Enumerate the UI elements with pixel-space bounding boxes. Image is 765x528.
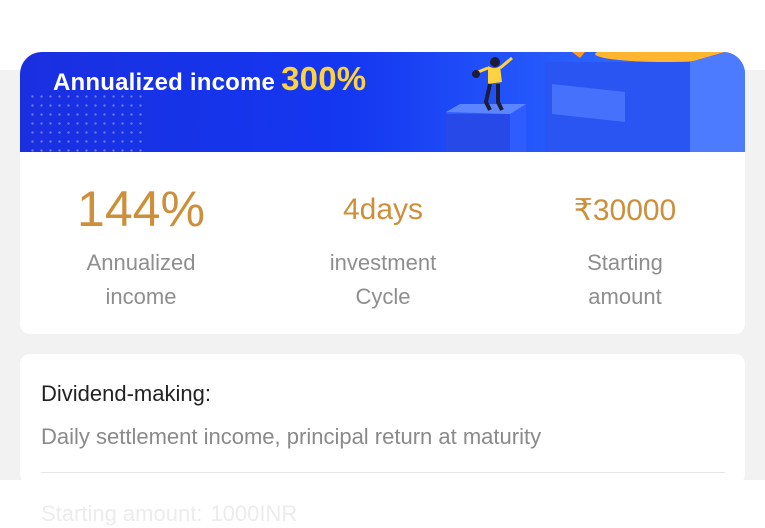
stat-label-line2: Cycle [355,284,411,309]
promo-banner: Annualized income 300% [20,52,745,154]
stats-card: 144% Annualized income 4days investment … [20,152,745,334]
stat-label-line1: investment [329,250,437,275]
starting-amount-label: Starting amount: [41,501,203,526]
stat-label: Annualized income [20,246,262,314]
banner-title-prefix: Annualized income [53,69,276,96]
starting-amount-row: Starting amount: 1000INR [41,501,297,527]
dividend-title: Dividend-making: [41,381,211,406]
stat-label-line1: Annualized [86,250,196,275]
dividend-info-card: Dividend-making: Daily settlement income… [20,354,745,484]
stat-value: 144% [77,181,205,237]
stat-label: Starting amount [504,246,746,314]
banner-title-highlight: 300% [281,60,367,97]
divider [41,472,725,473]
stat-value: ₹30000 [573,194,677,227]
banner-title: Annualized income 300% [53,60,366,98]
dividend-description: Daily settlement income, principal retur… [41,424,542,449]
stat-value: 4days [342,193,424,226]
stat-label-line2: amount [588,284,662,309]
app-screen: Annualized income 300% 144% Annualized i… [0,0,765,528]
dot-pattern-decoration [28,92,148,152]
investment-illustration [446,52,745,154]
starting-amount-value: 1000INR [210,501,298,526]
stat-label-line1: Starting [587,250,663,275]
stat-label: investment Cycle [262,246,504,314]
stat-label-line2: income [105,284,177,309]
